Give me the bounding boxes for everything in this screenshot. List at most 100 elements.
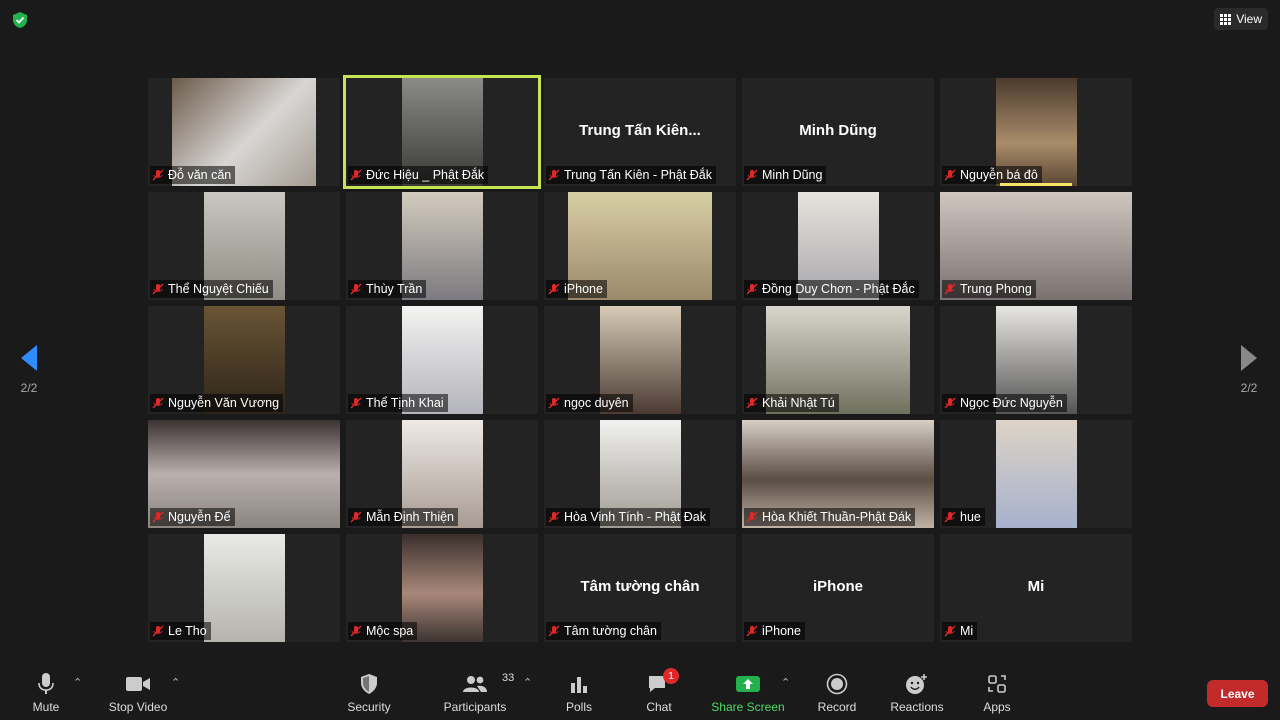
- polls-label: Polls: [565, 700, 592, 714]
- mic-muted-icon: [548, 625, 560, 637]
- participant-display-name: Trung Tấn Kiên...: [579, 122, 701, 139]
- participant-display-name: Mi: [1027, 578, 1045, 595]
- mic-muted-icon: [548, 397, 560, 409]
- participant-name: Mi: [960, 624, 974, 638]
- participants-button[interactable]: 33 Participants: [430, 670, 520, 714]
- mic-muted-icon: [746, 625, 758, 637]
- apps-icon: [988, 675, 1006, 693]
- view-label: View: [1236, 12, 1262, 26]
- participant-tile[interactable]: Hòa Vinh Tính - Phật Đak: [544, 420, 736, 528]
- participant-name: Đức Hiệu _ Phật Đắk: [366, 168, 485, 182]
- participant-name: Thùy Trần: [366, 282, 423, 296]
- participant-tile[interactable]: Minh Dũng Minh Dũng: [742, 78, 934, 186]
- mic-muted-icon: [350, 511, 362, 523]
- participants-label: Participants: [443, 700, 507, 714]
- participant-name: Khải Nhật Tú: [762, 396, 835, 410]
- participant-name: Ngọc Đức Nguyễn: [960, 396, 1063, 410]
- participant-tile[interactable]: Trung Phong: [940, 192, 1132, 300]
- participant-tile[interactable]: Tâm tường chân Tâm tường chân: [544, 534, 736, 642]
- polls-button[interactable]: Polls: [534, 670, 624, 714]
- participant-display-name: iPhone: [812, 578, 863, 595]
- participant-display-name: Tâm tường chân: [580, 578, 700, 595]
- reactions-label: Reactions: [890, 700, 944, 714]
- record-label: Record: [817, 700, 857, 714]
- participant-tile[interactable]: Nguyễn Để: [148, 420, 340, 528]
- participant-display-name: Minh Dũng: [799, 122, 877, 139]
- reactions-button[interactable]: Reactions: [872, 670, 962, 714]
- record-button[interactable]: Record: [792, 670, 882, 714]
- audio-options-caret[interactable]: ⌃: [73, 676, 85, 689]
- mic-muted-icon: [746, 397, 758, 409]
- participant-tile[interactable]: Thùy Trần: [346, 192, 538, 300]
- page-indicator: 2/2: [1240, 381, 1258, 395]
- participant-tile[interactable]: Nguyễn bá đô: [940, 78, 1132, 186]
- participant-tile[interactable]: Đồng Duy Chơn - Phật Đắc: [742, 192, 934, 300]
- participant-name: Nguyễn Văn Vương: [168, 396, 280, 410]
- share-screen-button[interactable]: Share Screen: [703, 670, 793, 714]
- mic-muted-icon: [944, 169, 956, 181]
- mic-muted-icon: [152, 169, 164, 181]
- mic-muted-icon: [944, 511, 956, 523]
- participant-video: [996, 420, 1077, 528]
- microphone-icon: [38, 673, 54, 694]
- prev-page-button[interactable]: 2/2: [14, 343, 44, 403]
- participant-name-label: Đỗ văn căn: [150, 166, 236, 184]
- participant-name-label: Minh Dũng: [744, 166, 827, 184]
- participant-tile[interactable]: Hòa Khiết Thuần-Phật Đák: [742, 420, 934, 528]
- participant-tile[interactable]: Trung Tấn Kiên... Trung Tấn Kiên - Phật Đ…: [544, 78, 736, 186]
- arrow-left-icon: [21, 345, 37, 371]
- participant-name-label: Mộc spa: [348, 622, 418, 640]
- chat-label: Chat: [646, 700, 672, 714]
- chat-button[interactable]: 1 Chat: [614, 668, 704, 714]
- mic-muted-icon: [350, 397, 362, 409]
- gallery-grid: Đỗ văn căn Đức Hiệu _ Phật Đắk Trung Tấn K…: [148, 75, 1132, 642]
- view-button[interactable]: View: [1214, 8, 1268, 30]
- video-camera-icon: [126, 677, 150, 691]
- video-options-caret[interactable]: ⌃: [171, 676, 183, 689]
- stop-video-label: Stop Video: [108, 700, 168, 714]
- stop-video-button[interactable]: Stop Video: [93, 670, 183, 714]
- participant-tile[interactable]: Le Tho: [148, 534, 340, 642]
- mic-muted-icon: [152, 511, 164, 523]
- participant-name-label: Thùy Trần: [348, 280, 427, 298]
- participant-name: Nguyễn bá đô: [960, 168, 1038, 182]
- participant-tile[interactable]: Mộc spa: [346, 534, 538, 642]
- participant-video: [204, 534, 285, 642]
- leave-button[interactable]: Leave: [1207, 680, 1268, 707]
- participant-name-label: Hòa Vinh Tính - Phật Đak: [546, 508, 710, 526]
- participant-tile[interactable]: iPhone: [544, 192, 736, 300]
- mic-muted-icon: [350, 283, 362, 295]
- participant-tile[interactable]: Nguyễn Văn Vương: [148, 306, 340, 414]
- participant-tile[interactable]: Mẫn Định Thiện: [346, 420, 538, 528]
- participant-name-label: iPhone: [546, 280, 607, 298]
- participant-name-label: hue: [942, 508, 985, 526]
- participant-tile[interactable]: iPhone iPhone: [742, 534, 934, 642]
- mic-muted-icon: [944, 283, 956, 295]
- smiley-plus-icon: [906, 674, 927, 694]
- security-shield-icon: [361, 674, 377, 694]
- security-button[interactable]: Security: [324, 670, 414, 714]
- mic-muted-icon: [350, 625, 362, 637]
- mic-muted-icon: [944, 397, 956, 409]
- apps-button[interactable]: Apps: [952, 670, 1042, 714]
- mic-muted-icon: [944, 625, 956, 637]
- mic-muted-icon: [152, 625, 164, 637]
- participant-name: Trung Phong: [960, 282, 1032, 296]
- participant-tile[interactable]: Ngọc Đức Nguyễn: [940, 306, 1132, 414]
- participant-tile[interactable]: hue: [940, 420, 1132, 528]
- participant-tile[interactable]: Mi Mi: [940, 534, 1132, 642]
- participant-name: iPhone: [564, 282, 603, 296]
- participant-tile[interactable]: Khải Nhật Tú: [742, 306, 934, 414]
- next-page-button[interactable]: 2/2: [1234, 343, 1264, 403]
- participant-name-label: Thể Nguyệt Chiếu: [150, 280, 273, 298]
- participant-tile[interactable]: ngọc duyên: [544, 306, 736, 414]
- participant-name-label: Le Tho: [150, 622, 211, 640]
- participant-name-label: Ngọc Đức Nguyễn: [942, 394, 1067, 412]
- shield-icon[interactable]: [10, 10, 30, 30]
- participant-name-label: Nguyễn Để: [150, 508, 235, 526]
- participant-tile[interactable]: Thể Tịnh Khai: [346, 306, 538, 414]
- participant-tile[interactable]: Đức Hiệu _ Phật Đắk: [343, 75, 541, 189]
- participant-name-label: Đồng Duy Chơn - Phật Đắc: [744, 280, 919, 298]
- participant-tile[interactable]: Đỗ văn căn: [148, 78, 340, 186]
- participant-tile[interactable]: Thể Nguyệt Chiếu: [148, 192, 340, 300]
